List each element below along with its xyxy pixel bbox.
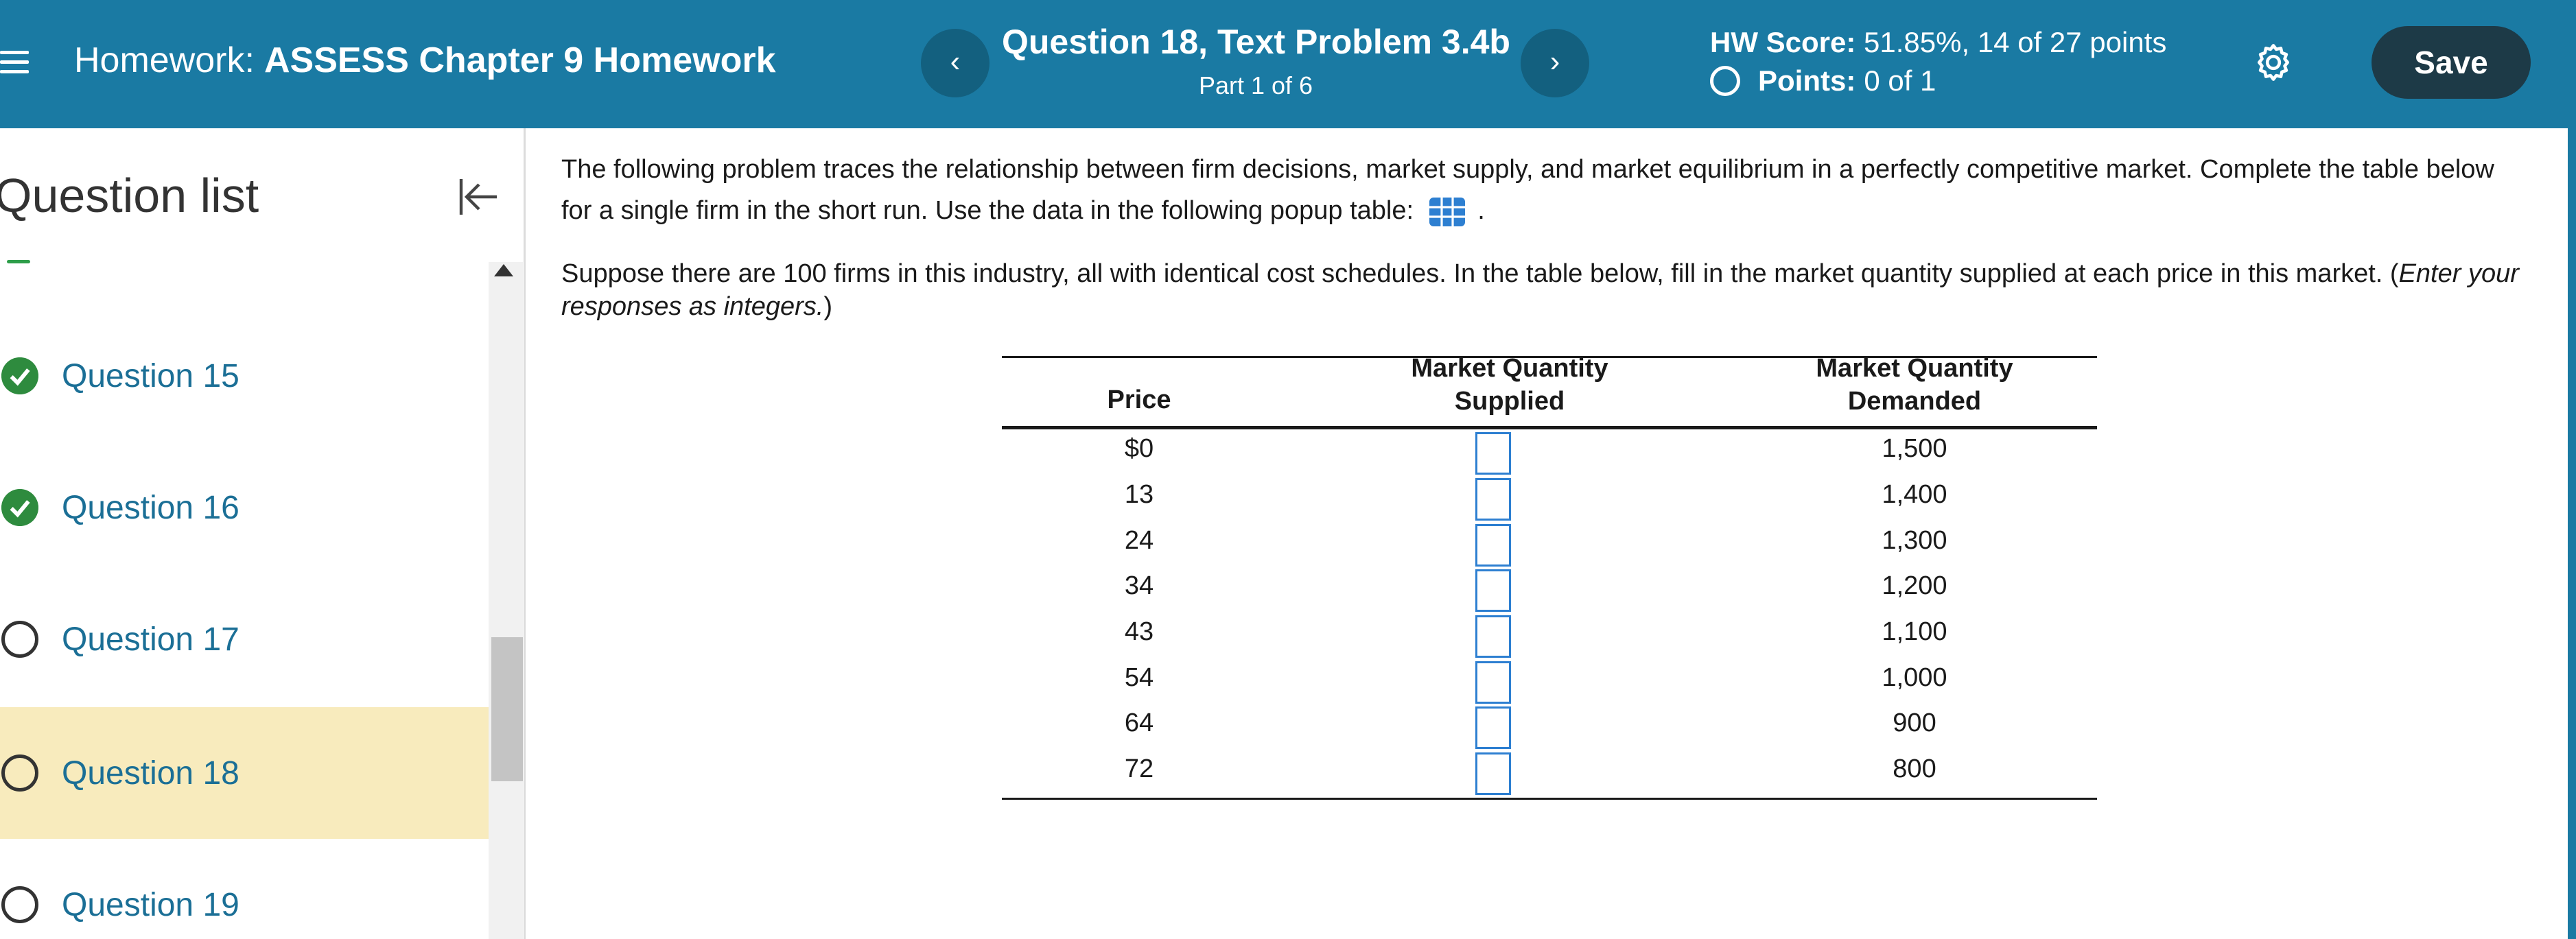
hw-score-label: HW Score: [1710,26,1856,58]
question-heading: Question 18, Text Problem 3.4b Part 1 of… [1002,22,1510,100]
save-button[interactable]: Save [2372,26,2531,99]
points-value: 0 of 1 [1864,64,1936,97]
table-row: 34 1,200 [1002,568,2097,614]
question-content: The following problem traces the relatio… [528,128,2568,939]
table-header-rule [1002,426,2097,429]
price-cell: 54 [1124,663,1154,692]
quantity-supplied-input[interactable] [1475,432,1511,475]
question-list-item-19[interactable]: Question 19 [0,839,489,939]
price-cell: 34 [1124,571,1154,600]
price-column-header: Price [1107,385,1171,414]
price-cell: 24 [1124,526,1154,555]
instruction-close: ) [823,292,832,321]
quantity-demanded-cell: 900 [1893,709,1936,737]
table-row: 54 1,000 [1002,660,2097,706]
price-cell: 13 [1124,480,1154,509]
quantity-supplied-input[interactable] [1475,661,1511,704]
previous-question-button[interactable]: ‹ [921,29,990,97]
table-row: 64 900 [1002,705,2097,751]
quantity-demanded-cell: 800 [1893,754,1936,783]
price-cell: 64 [1124,709,1154,737]
top-header-bar: Homework: ASSESS Chapter 9 Homework ‹ Que… [0,0,2576,128]
quantity-demanded-cell: 1,000 [1882,663,1947,692]
question-title: Question 18, Text Problem 3.4b [1002,23,1510,61]
hw-score: HW Score: 51.85%, 14 of 27 points [1710,26,2166,59]
question-list-label[interactable]: Question 17 [62,621,239,658]
quantity-demanded-cell: 1,200 [1882,571,1947,600]
quantity-supplied-input[interactable] [1475,615,1511,658]
table-bottom-rule [1002,798,2097,800]
quantity-demanded-cell: 1,300 [1882,526,1947,555]
right-edge-bar [2568,0,2576,939]
homework-name: ASSESS Chapter 9 Homework [264,40,776,80]
quantity-supplied-input[interactable] [1475,706,1511,749]
table-row: 72 800 [1002,751,2097,797]
question-list-label[interactable]: Question 16 [62,489,239,527]
table-row: 43 1,100 [1002,614,2097,660]
homework-prefix: Homework: [74,40,255,80]
open-circle-icon [1,754,38,792]
question-list-label[interactable]: Question 19 [62,886,239,924]
quantity-supplied-input[interactable] [1475,569,1511,612]
question-part: Part 1 of 6 [1198,71,1313,99]
problem-intro-end: . [1477,196,1485,225]
question-list-title: Question list [0,169,259,222]
quantity-demanded-cell: 1,500 [1882,434,1947,463]
instruction-text: Suppose there are 100 firms in this indu… [561,259,2399,288]
checkmark-icon [1,357,38,394]
price-cell: $0 [1124,434,1154,463]
question-list-sidebar: Question list Question 15 Question 16 Qu… [0,128,526,939]
gear-icon[interactable] [2252,41,2295,84]
homework-title: Homework: ASSESS Chapter 9 Homework [74,40,776,81]
quantity-demanded-cell: 1,100 [1882,617,1947,646]
demanded-header-line1: Market Quantity [1816,354,2013,383]
points-status: Points: 0 of 1 [1710,64,1936,97]
points-label: Points: [1758,64,1856,97]
next-question-button[interactable]: › [1521,29,1589,97]
scrollbar-thumb[interactable] [491,637,523,781]
sidebar-scrollbar[interactable] [489,262,523,939]
checkmark-icon [1,489,38,526]
open-circle-icon [1710,66,1740,96]
supplied-column-header: Market Quantity Supplied [1338,352,1681,418]
question-list-label[interactable]: Question 15 [62,357,239,395]
problem-intro: The following problem traces the relatio… [561,149,2531,231]
problem-instruction: Suppose there are 100 firms in this indu… [561,257,2538,323]
table-row: $0 1,500 [1002,431,2097,477]
demanded-header-line2: Demanded [1847,387,1982,416]
quantity-supplied-input[interactable] [1475,752,1511,795]
previous-item-status-fragment [7,260,30,263]
question-list-item-17[interactable]: Question 17 [0,573,489,705]
scroll-up-arrow-icon[interactable] [494,264,513,276]
table-row: 24 1,300 [1002,523,2097,569]
question-list-item-16[interactable]: Question 16 [0,442,489,573]
quantity-supplied-input[interactable] [1475,478,1511,521]
collapse-left-icon[interactable] [453,172,502,222]
open-circle-icon [1,886,38,923]
open-circle-icon [1,621,38,658]
demanded-column-header: Market Quantity Demanded [1743,352,2086,418]
question-list-item-15[interactable]: Question 15 [0,310,489,442]
quantity-demanded-cell: 1,400 [1882,480,1947,509]
hamburger-icon[interactable] [0,48,29,77]
hw-score-value: 51.85%, 14 of 27 points [1864,26,2167,58]
question-list-label[interactable]: Question 18 [62,754,239,792]
supplied-header-line2: Supplied [1454,387,1565,416]
quantity-supplied-input[interactable] [1475,524,1511,567]
table-row: 13 1,400 [1002,477,2097,523]
table-grid-icon[interactable] [1428,196,1466,228]
problem-intro-text: The following problem traces the relatio… [561,155,2494,225]
supplied-header-line1: Market Quantity [1411,354,1608,383]
question-list-item-18[interactable]: Question 18 [0,707,489,839]
price-cell: 72 [1124,754,1154,783]
price-cell: 43 [1124,617,1154,646]
